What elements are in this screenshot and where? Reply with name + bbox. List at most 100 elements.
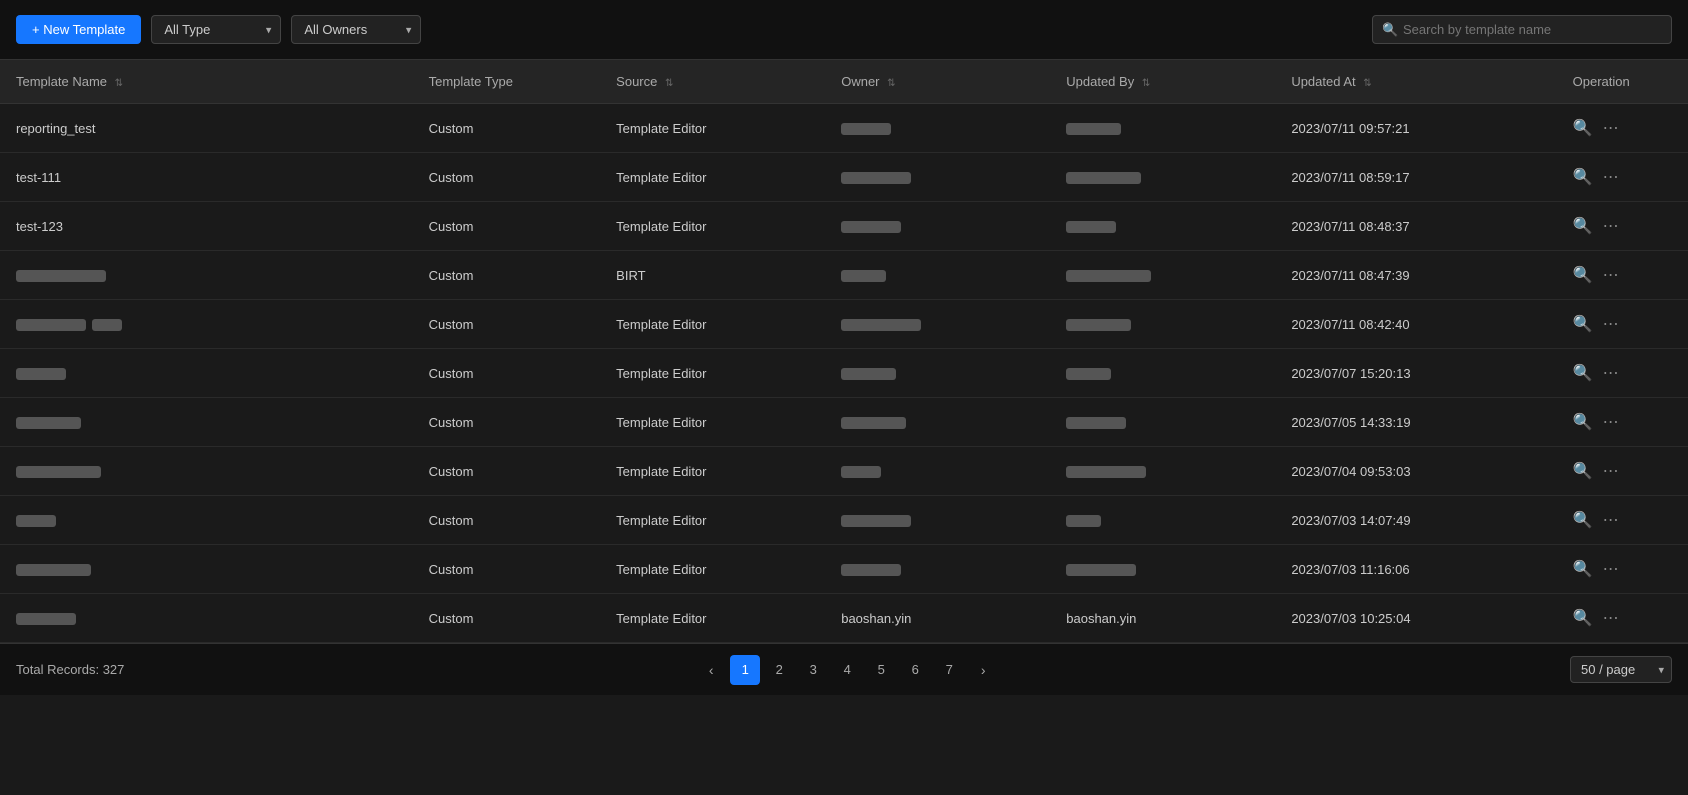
more-options-icon[interactable]: ⋯ [1603, 412, 1621, 432]
cell-updated-at: 2023/07/03 10:25:04 [1275, 594, 1556, 643]
cell-updated-at: 2023/07/03 14:07:49 [1275, 496, 1556, 545]
cell-template-type: Custom [413, 545, 601, 594]
cell-owner: blurred [825, 153, 1050, 202]
owner-filter-select[interactable]: All Owners [291, 15, 421, 44]
preview-icon[interactable]: 🔍 [1573, 412, 1593, 432]
table-row: blurred5xxCustomTemplate Editorblurredbl… [0, 300, 1688, 349]
cell-updated-at: 2023/07/11 08:42:40 [1275, 300, 1556, 349]
cell-owner: blurred [825, 447, 1050, 496]
page-5-button[interactable]: 5 [866, 655, 896, 685]
cell-operation: 🔍 ⋯ [1557, 496, 1688, 545]
table-row: blurred4CustomBIRTblurredblurred2023/07/… [0, 251, 1688, 300]
cell-operation: 🔍 ⋯ [1557, 300, 1688, 349]
preview-icon[interactable]: 🔍 [1573, 559, 1593, 579]
cell-operation: 🔍 ⋯ [1557, 594, 1688, 643]
preview-icon[interactable]: 🔍 [1573, 461, 1593, 481]
cell-template-name: blurred7 [0, 398, 413, 447]
cell-source: Template Editor [600, 594, 825, 643]
cell-updated-by: blurred [1050, 153, 1275, 202]
col-header-updated-at[interactable]: Updated At ⇅ [1275, 60, 1556, 104]
cell-updated-at: 2023/07/04 09:53:03 [1275, 447, 1556, 496]
cell-template-type: Custom [413, 398, 601, 447]
page-2-button[interactable]: 2 [764, 655, 794, 685]
cell-template-type: Custom [413, 202, 601, 251]
table-header-row: Template Name ⇅ Template Type Source ⇅ O… [0, 60, 1688, 104]
next-page-button[interactable]: › [968, 655, 998, 685]
cell-template-name: blurred9 [0, 496, 413, 545]
type-filter-select[interactable]: All Type Custom System [151, 15, 281, 44]
cell-operation: 🔍 ⋯ [1557, 202, 1688, 251]
table-row: reporting_testCustomTemplate Editorblurr… [0, 104, 1688, 153]
page-6-button[interactable]: 6 [900, 655, 930, 685]
search-wrap: 🔍 [1372, 15, 1672, 44]
more-options-icon[interactable]: ⋯ [1603, 510, 1621, 530]
cell-updated-at: 2023/07/07 15:20:13 [1275, 349, 1556, 398]
type-filter-wrap: All Type Custom System [151, 15, 281, 44]
pagination: ‹ 1 2 3 4 5 6 7 › [696, 655, 998, 685]
sort-icon-owner: ⇅ [887, 78, 895, 89]
preview-icon[interactable]: 🔍 [1573, 118, 1593, 138]
toolbar: + New Template All Type Custom System Al… [0, 0, 1688, 60]
page-7-button[interactable]: 7 [934, 655, 964, 685]
page-1-button[interactable]: 1 [730, 655, 760, 685]
col-header-name[interactable]: Template Name ⇅ [0, 60, 413, 104]
col-header-source[interactable]: Source ⇅ [600, 60, 825, 104]
cell-updated-by: blurred [1050, 447, 1275, 496]
more-options-icon[interactable]: ⋯ [1603, 314, 1621, 334]
sort-icon-name: ⇅ [115, 78, 123, 89]
preview-icon[interactable]: 🔍 [1573, 167, 1593, 187]
cell-owner: blurred [825, 251, 1050, 300]
cell-source: BIRT [600, 251, 825, 300]
cell-template-name: blurred11 [0, 594, 413, 643]
col-header-type: Template Type [413, 60, 601, 104]
more-options-icon[interactable]: ⋯ [1603, 559, 1621, 579]
cell-operation: 🔍 ⋯ [1557, 349, 1688, 398]
cell-owner: blurred [825, 104, 1050, 153]
preview-icon[interactable]: 🔍 [1573, 265, 1593, 285]
more-options-icon[interactable]: ⋯ [1603, 216, 1621, 236]
more-options-icon[interactable]: ⋯ [1603, 608, 1621, 628]
more-options-icon[interactable]: ⋯ [1603, 167, 1621, 187]
cell-updated-at: 2023/07/11 08:59:17 [1275, 153, 1556, 202]
preview-icon[interactable]: 🔍 [1573, 363, 1593, 383]
cell-operation: 🔍 ⋯ [1557, 545, 1688, 594]
more-options-icon[interactable]: ⋯ [1603, 363, 1621, 383]
table-row: blurred6CustomTemplate Editorblurredblur… [0, 349, 1688, 398]
cell-updated-at: 2023/07/11 08:47:39 [1275, 251, 1556, 300]
cell-owner: blurred [825, 496, 1050, 545]
template-table: Template Name ⇅ Template Type Source ⇅ O… [0, 60, 1688, 643]
preview-icon[interactable]: 🔍 [1573, 608, 1593, 628]
cell-template-name: test-111 [0, 153, 413, 202]
prev-page-button[interactable]: ‹ [696, 655, 726, 685]
page-4-button[interactable]: 4 [832, 655, 862, 685]
cell-template-type: Custom [413, 349, 601, 398]
cell-source: Template Editor [600, 104, 825, 153]
cell-operation: 🔍 ⋯ [1557, 447, 1688, 496]
sort-icon-updated-by: ⇅ [1142, 78, 1150, 89]
cell-owner: blurred [825, 300, 1050, 349]
cell-template-type: Custom [413, 104, 601, 153]
more-options-icon[interactable]: ⋯ [1603, 461, 1621, 481]
cell-template-name: blurred6 [0, 349, 413, 398]
cell-updated-at: 2023/07/05 14:33:19 [1275, 398, 1556, 447]
preview-icon[interactable]: 🔍 [1573, 314, 1593, 334]
new-template-button[interactable]: + New Template [16, 15, 141, 44]
preview-icon[interactable]: 🔍 [1573, 216, 1593, 236]
more-options-icon[interactable]: ⋯ [1603, 118, 1621, 138]
cell-source: Template Editor [600, 300, 825, 349]
cell-template-type: Custom [413, 496, 601, 545]
page-3-button[interactable]: 3 [798, 655, 828, 685]
search-input[interactable] [1372, 15, 1672, 44]
cell-source: Template Editor [600, 447, 825, 496]
cell-source: Template Editor [600, 349, 825, 398]
col-header-updated-by[interactable]: Updated By ⇅ [1050, 60, 1275, 104]
more-options-icon[interactable]: ⋯ [1603, 265, 1621, 285]
per-page-select[interactable]: 10 / page 20 / page 50 / page 100 / page [1570, 656, 1672, 683]
col-header-owner[interactable]: Owner ⇅ [825, 60, 1050, 104]
cell-source: Template Editor [600, 545, 825, 594]
preview-icon[interactable]: 🔍 [1573, 510, 1593, 530]
cell-template-name: test-123 [0, 202, 413, 251]
footer: Total Records: 327 ‹ 1 2 3 4 5 6 7 › 10 … [0, 643, 1688, 695]
cell-template-name: blurred8 [0, 447, 413, 496]
cell-owner: blurred [825, 398, 1050, 447]
